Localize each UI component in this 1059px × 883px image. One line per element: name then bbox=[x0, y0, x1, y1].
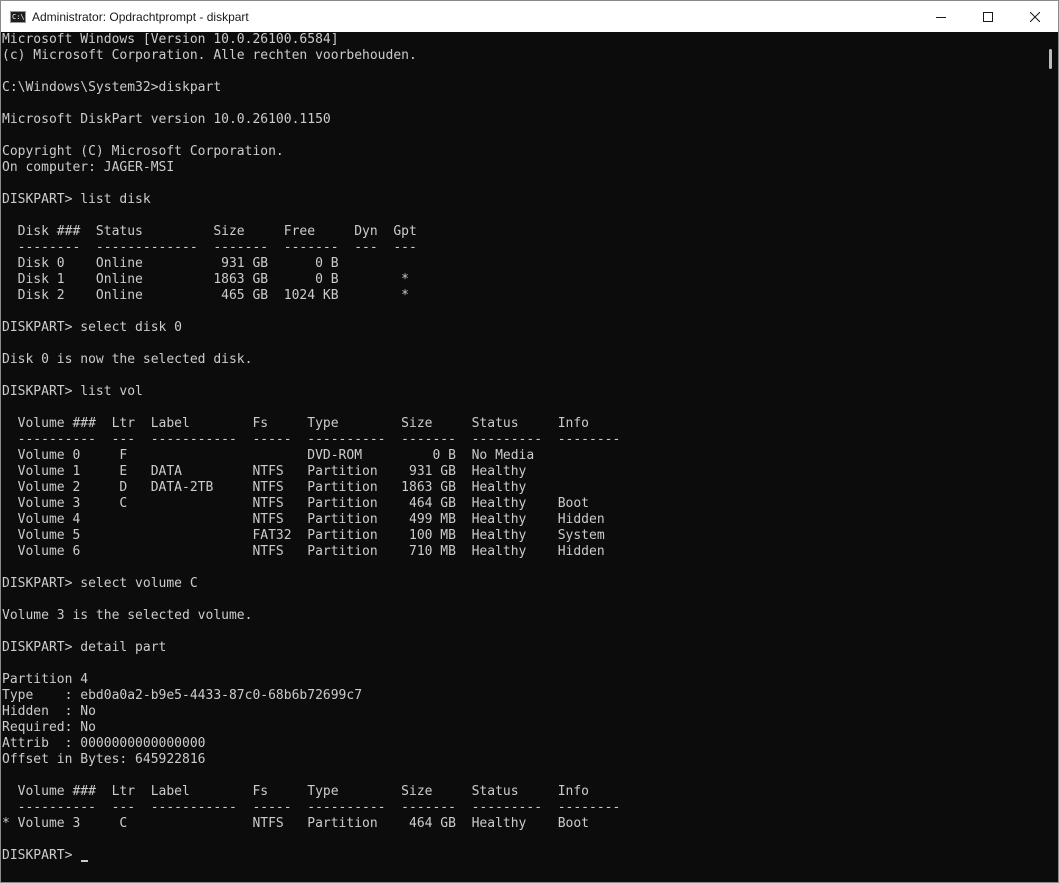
console-line: Volume 1 E DATA NTFS Partition 931 GB He… bbox=[2, 464, 527, 479]
console-line: DISKPART> select volume C bbox=[2, 576, 198, 591]
window-controls bbox=[917, 1, 1058, 32]
console-line: ---------- --- ----------- ----- -------… bbox=[2, 800, 621, 815]
console-prompt-line[interactable]: DISKPART> bbox=[2, 848, 1045, 864]
console-line: Disk 2 Online 465 GB 1024 KB * bbox=[2, 288, 409, 303]
app-icon-label: C:\ bbox=[12, 12, 25, 21]
terminal-window: C:\ Administrator: Opdrachtprompt - disk… bbox=[0, 0, 1059, 883]
minimize-button[interactable] bbox=[917, 1, 964, 32]
text-cursor bbox=[81, 860, 89, 862]
maximize-icon bbox=[982, 11, 993, 22]
close-icon bbox=[1029, 11, 1040, 22]
console-output[interactable]: Microsoft Windows [Version 10.0.26100.65… bbox=[1, 32, 1045, 882]
console-line: DISKPART> detail part bbox=[2, 640, 167, 655]
title-bar[interactable]: C:\ Administrator: Opdrachtprompt - disk… bbox=[1, 1, 1058, 32]
console-line: -------- ------------- ------- ------- -… bbox=[2, 240, 417, 255]
console-line: Disk 0 Online 931 GB 0 B bbox=[2, 256, 339, 271]
console-line: DISKPART> list disk bbox=[2, 192, 151, 207]
console-line: Volume 6 NTFS Partition 710 MB Healthy H… bbox=[2, 544, 605, 559]
scrollbar-thumb[interactable] bbox=[1049, 49, 1052, 69]
console-line: Hidden : No bbox=[2, 704, 96, 719]
console-line: ---------- --- ----------- ----- -------… bbox=[2, 432, 621, 447]
console-line: DISKPART> select disk 0 bbox=[2, 320, 183, 335]
console-prompt: DISKPART> bbox=[2, 848, 81, 863]
console-line: (c) Microsoft Corporation. Alle rechten … bbox=[2, 48, 417, 63]
console-line: DISKPART> list vol bbox=[2, 384, 143, 399]
console-line: Volume ### Ltr Label Fs Type Size Status… bbox=[2, 784, 589, 799]
console-line: Disk ### Status Size Free Dyn Gpt bbox=[2, 224, 417, 239]
console-line: Required: No bbox=[2, 720, 96, 735]
console-line: Volume 4 NTFS Partition 499 MB Healthy H… bbox=[2, 512, 605, 527]
window-title: Administrator: Opdrachtprompt - diskpart bbox=[32, 9, 249, 24]
console-line: Type : ebd0a0a2-b9e5-4433-87c0-68b6b7269… bbox=[2, 688, 363, 703]
console-line: Volume ### Ltr Label Fs Type Size Status… bbox=[2, 416, 589, 431]
console-line: Partition 4 bbox=[2, 672, 89, 687]
console-line: * Volume 3 C NTFS Partition 464 GB Healt… bbox=[2, 816, 589, 831]
console-line: On computer: JAGER-MSI bbox=[2, 160, 175, 175]
vertical-scrollbar[interactable] bbox=[1044, 32, 1058, 882]
console-line: Volume 3 is the selected volume. bbox=[2, 608, 253, 623]
console-line: Volume 0 F DVD-ROM 0 B No Media bbox=[2, 448, 535, 463]
maximize-button[interactable] bbox=[964, 1, 1011, 32]
minimize-icon bbox=[935, 16, 946, 18]
command-prompt-icon[interactable]: C:\ bbox=[10, 10, 26, 23]
console-line: C:\Windows\System32>diskpart bbox=[2, 80, 222, 95]
console-line: Attrib : 0000000000000000 bbox=[2, 736, 206, 751]
console-text: Microsoft Windows [Version 10.0.26100.65… bbox=[1, 32, 1045, 864]
console-line: Volume 3 C NTFS Partition 464 GB Healthy… bbox=[2, 496, 589, 511]
console-line: Volume 5 FAT32 Partition 100 MB Healthy … bbox=[2, 528, 605, 543]
console-line: Microsoft Windows [Version 10.0.26100.65… bbox=[2, 32, 339, 47]
console-line: Offset in Bytes: 645922816 bbox=[2, 752, 206, 767]
close-button[interactable] bbox=[1011, 1, 1058, 32]
console-line: Microsoft DiskPart version 10.0.26100.11… bbox=[2, 112, 331, 127]
console-line: Volume 2 D DATA-2TB NTFS Partition 1863 … bbox=[2, 480, 527, 495]
console-line: Copyright (C) Microsoft Corporation. bbox=[2, 144, 284, 159]
console-line: Disk 1 Online 1863 GB 0 B * bbox=[2, 272, 409, 287]
console-line: Disk 0 is now the selected disk. bbox=[2, 352, 253, 367]
